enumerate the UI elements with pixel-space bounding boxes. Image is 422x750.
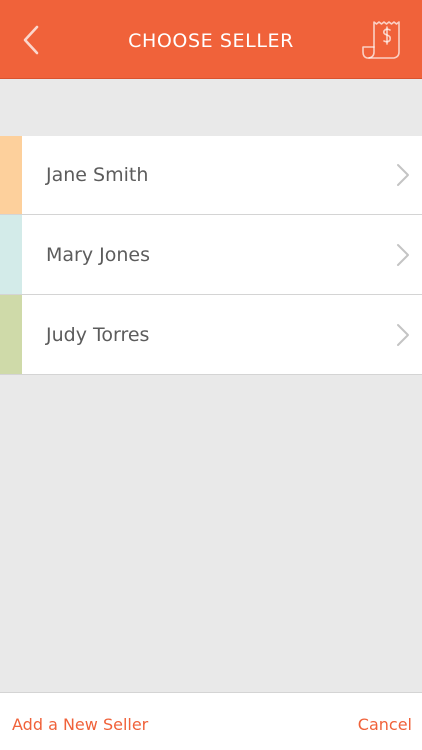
seller-name: Judy Torres (46, 323, 150, 346)
header-bar: CHOOSE SELLER (0, 0, 422, 79)
add-new-seller-button[interactable]: Add a New Seller (12, 715, 148, 734)
seller-color-stripe (0, 215, 22, 294)
seller-list: Jane Smith Mary Jones Judy Torres (0, 136, 422, 375)
chevron-right-icon (397, 164, 409, 186)
seller-name: Jane Smith (46, 164, 149, 186)
receipt-dollar-icon (362, 21, 400, 59)
seller-color-stripe (0, 295, 22, 374)
seller-row-judy-torres[interactable]: Judy Torres (0, 295, 422, 375)
receipt-button[interactable] (360, 18, 404, 62)
seller-row-jane-smith[interactable]: Jane Smith (0, 136, 422, 215)
seller-name: Mary Jones (46, 243, 150, 266)
chevron-right-icon (397, 243, 409, 266)
seller-row-mary-jones[interactable]: Mary Jones (0, 215, 422, 295)
chevron-right-icon (397, 323, 409, 346)
cancel-button[interactable]: Cancel (358, 715, 412, 734)
seller-color-stripe (0, 136, 22, 214)
footer-bar: Add a New Seller Cancel (0, 692, 422, 750)
page-title: CHOOSE SELLER (128, 30, 294, 52)
